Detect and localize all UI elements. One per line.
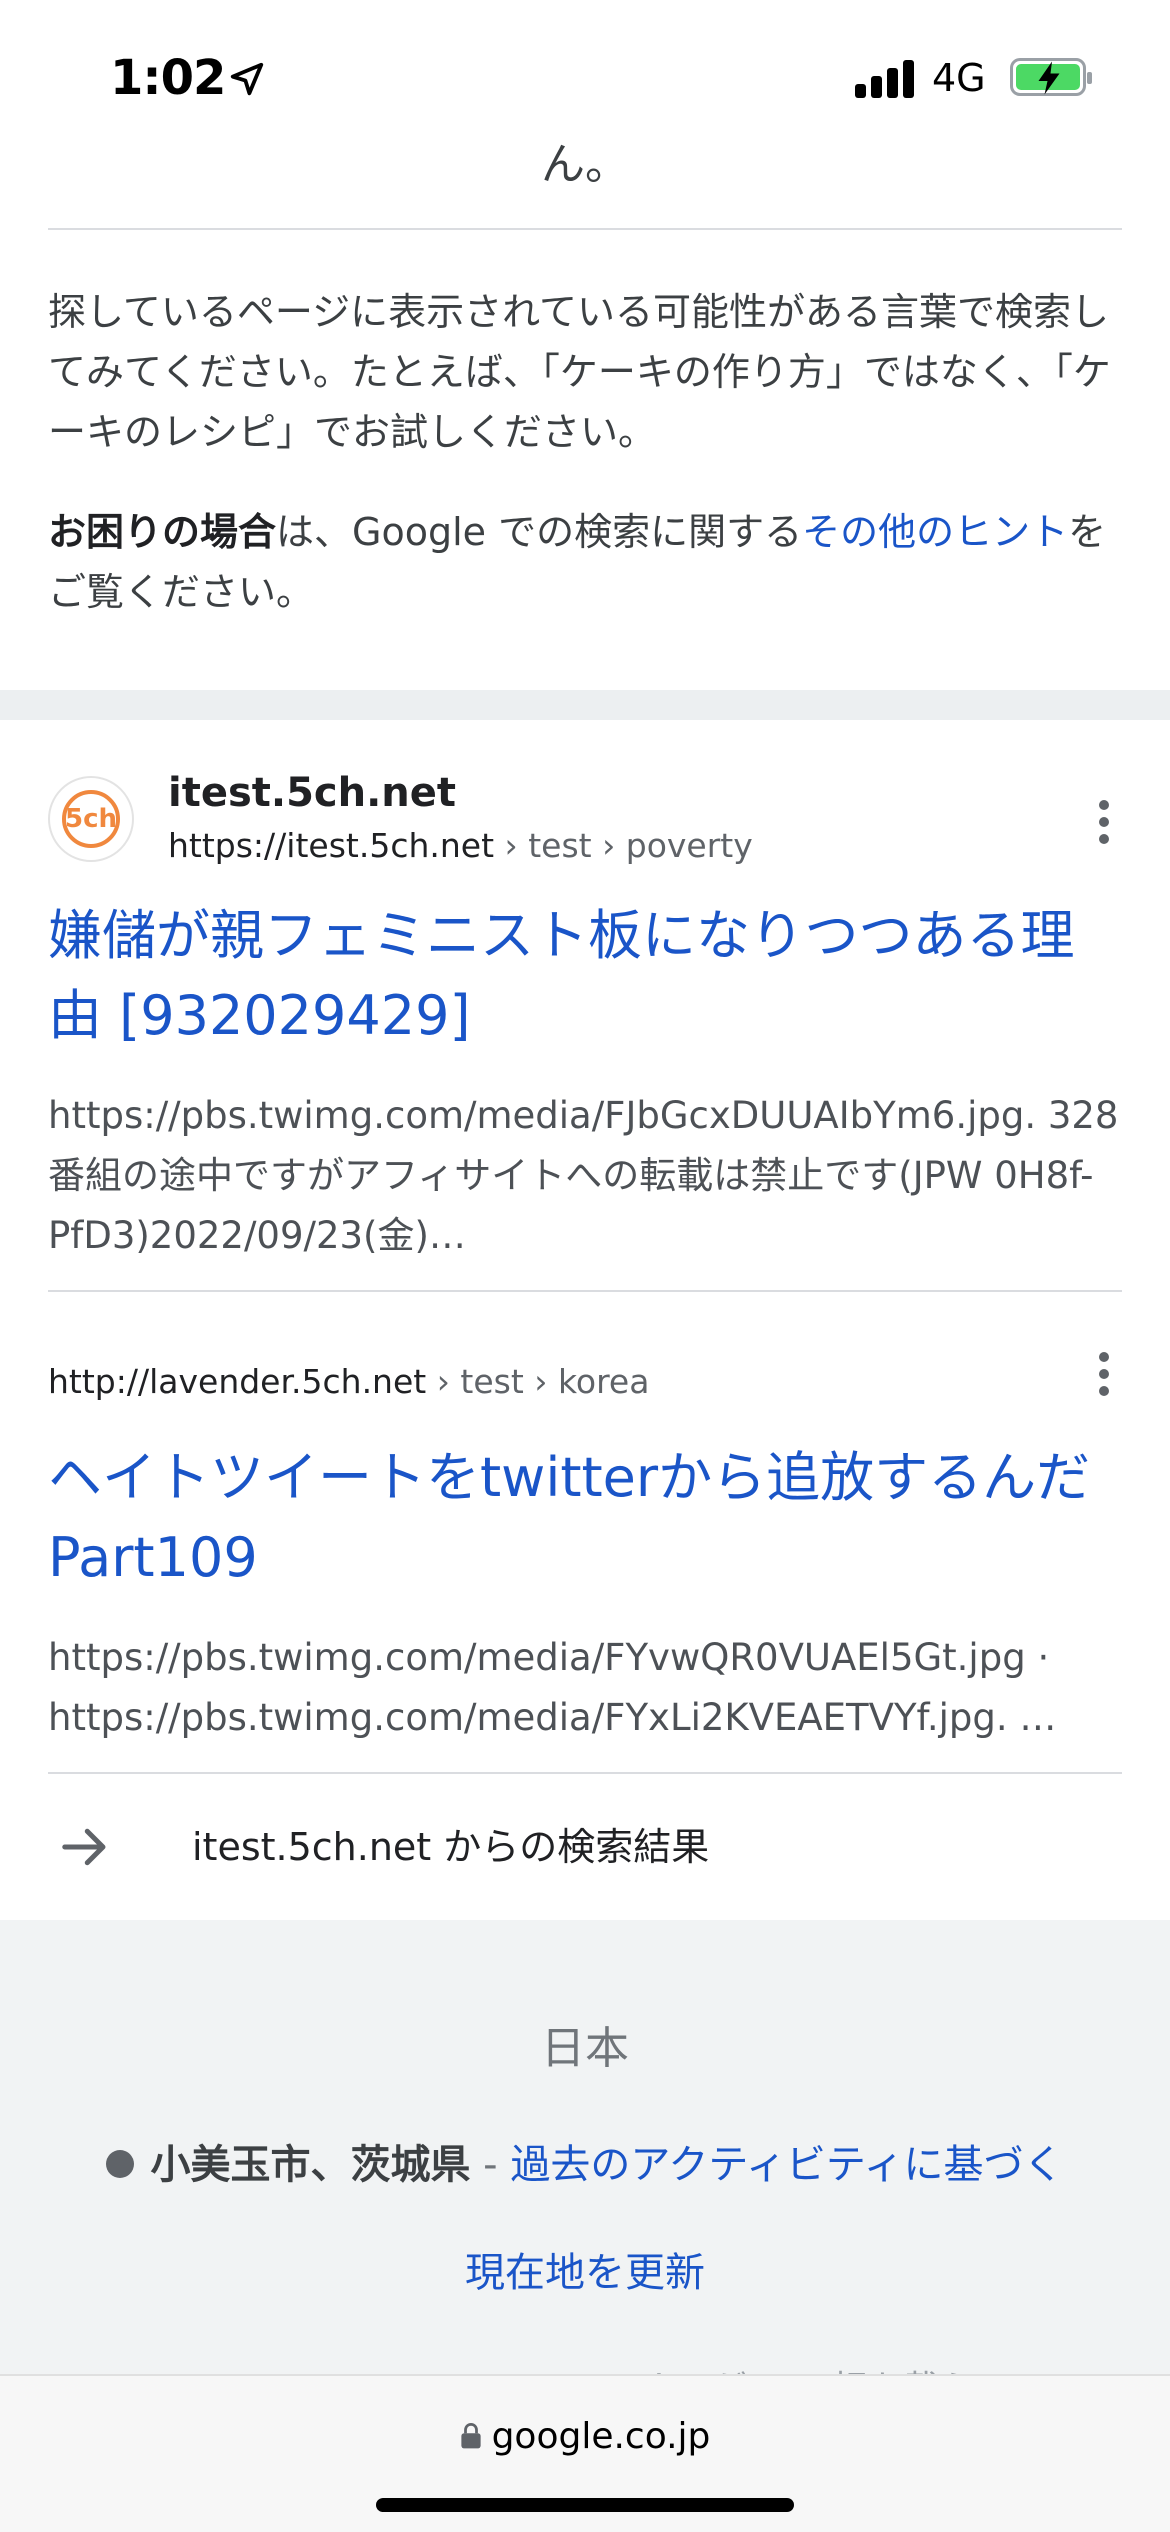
truncated-text: ん。 xyxy=(541,139,629,190)
result-url[interactable]: http://lavender.5ch.net › test › korea xyxy=(48,1362,649,1401)
help-tip: お困りの場合は、Google での検索に関するその他のヒントをご覧ください。 xyxy=(48,502,1128,622)
divider xyxy=(48,228,1122,230)
update-location-link[interactable]: 現在地を更新 xyxy=(0,2240,1170,2298)
help-tip-bold: お困りの場合 xyxy=(48,510,277,554)
more-vert-icon[interactable] xyxy=(1084,792,1124,852)
lock-icon xyxy=(460,2423,481,2449)
result-title[interactable]: 嫌儲が親フェミニスト板になりつつある理由 [932029429] xyxy=(48,896,1128,1056)
home-indicator[interactable] xyxy=(376,2498,794,2512)
location-separator: - xyxy=(470,2142,511,2188)
result-url-crumbs: › test › poverty xyxy=(494,826,753,865)
address-url: google.co.jp xyxy=(491,2416,711,2457)
section-separator xyxy=(0,690,1170,720)
footer-location: 小美玉市、茨城県 - 過去のアクティビティに基づく xyxy=(0,2132,1170,2190)
result-snippet: https://pbs.twimg.com/media/FYvwQR0VUAEl… xyxy=(48,1636,1057,1739)
more-vert-icon[interactable] xyxy=(1084,1344,1124,1404)
arrow-right-icon xyxy=(62,1828,106,1866)
result-snippet: https://pbs.twimg.com/media/FJbGcxDUUAIb… xyxy=(48,1094,1119,1257)
more-results-label: itest.5ch.net からの検索結果 xyxy=(192,1825,710,1869)
result-title[interactable]: ヘイトツイートをtwitterから追放するんだ Part109 xyxy=(48,1438,1128,1598)
battery-icon xyxy=(1010,58,1092,96)
help-tip-text: は、Google での検索に関する xyxy=(276,510,803,554)
more-hints-link[interactable]: その他のヒント xyxy=(802,510,1068,554)
result-url[interactable]: https://itest.5ch.net › test › poverty xyxy=(168,826,753,865)
divider xyxy=(48,1290,1122,1292)
location-arrow-icon xyxy=(230,62,264,96)
browser-bottom-bar: google.co.jp xyxy=(0,2374,1170,2532)
favicon-icon[interactable]: 5ch xyxy=(48,776,134,862)
more-results-row[interactable]: itest.5ch.net からの検索結果 xyxy=(0,1790,1170,1900)
location-dot-icon xyxy=(106,2150,135,2178)
result-url-base: https://itest.5ch.net xyxy=(168,826,495,865)
result-url-crumbs: › test › korea xyxy=(426,1362,650,1401)
location-name: 小美玉市、茨城県 xyxy=(150,2142,471,2188)
signal-icon xyxy=(855,58,917,98)
footer: 日本 小美玉市、茨城県 - 過去のアクティビティに基づく 現在地を更新 ナルゲ … xyxy=(0,1920,1170,2410)
status-time: 1:02 xyxy=(110,50,226,106)
status-bar: 1:02 4G xyxy=(0,0,1170,140)
footer-country: 日本 xyxy=(541,2023,629,2074)
search-tip: 探しているページに表示されている可能性がある言葉で検索してみてください。たとえば… xyxy=(48,290,1111,454)
address-bar[interactable]: google.co.jp xyxy=(0,2416,1170,2457)
result-url-base: http://lavender.5ch.net xyxy=(48,1362,427,1401)
network-type: 4G xyxy=(932,56,986,100)
divider xyxy=(48,1772,1122,1774)
location-source-link[interactable]: 過去のアクティビティに基づく xyxy=(510,2142,1063,2188)
result-site-name[interactable]: itest.5ch.net xyxy=(168,770,456,816)
